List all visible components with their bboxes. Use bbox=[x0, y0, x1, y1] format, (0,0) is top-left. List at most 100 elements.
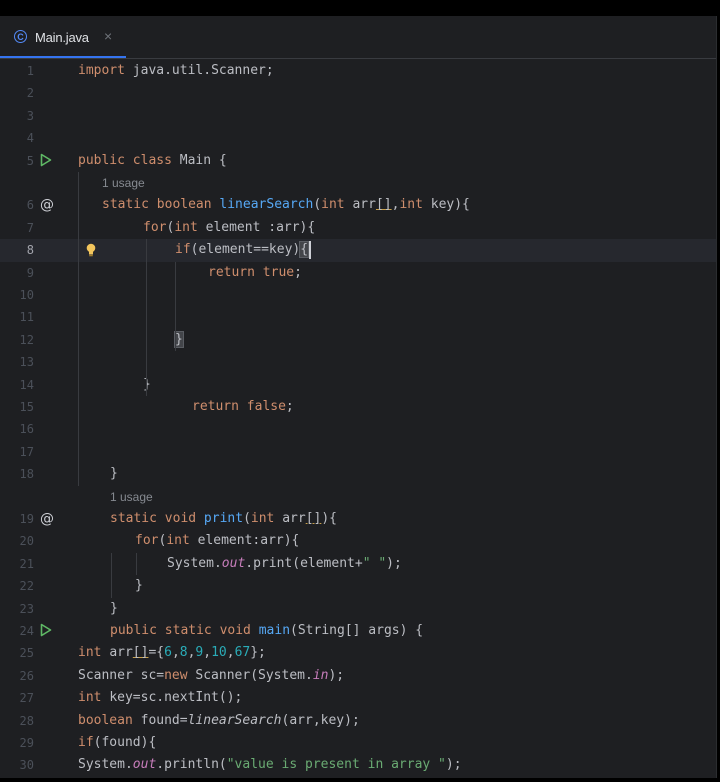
implementation-icon[interactable]: @ bbox=[40, 511, 54, 527]
code-line[interactable]: 4 bbox=[0, 127, 716, 149]
line-number: 26 bbox=[19, 668, 34, 683]
line-number: 6 bbox=[26, 198, 34, 213]
code-line[interactable]: 24 public static void main(String[] args)… bbox=[0, 620, 716, 642]
text-caret bbox=[309, 241, 312, 260]
line-number: 22 bbox=[19, 579, 34, 594]
code-line[interactable]: 25 int arr[]={6,8,9,10,67}; bbox=[0, 642, 716, 664]
code-line[interactable]: 27 int key=sc.nextInt(); bbox=[0, 687, 716, 709]
line-number: 20 bbox=[19, 534, 34, 549]
code-line[interactable]: 3 bbox=[0, 105, 716, 127]
line-number: 2 bbox=[26, 86, 34, 101]
code-line[interactable]: 14} bbox=[0, 374, 716, 396]
line-number: 19 bbox=[19, 512, 34, 526]
code-text: public static void main(String[] args) { bbox=[110, 620, 423, 642]
code-token: "value is present in array " bbox=[226, 757, 446, 773]
line-number: 8 bbox=[26, 243, 34, 258]
code-line[interactable]: 19 @ static void print(int arr[]){ bbox=[0, 508, 716, 530]
code-line[interactable]: 8 if(element==key){ bbox=[0, 239, 716, 262]
code-line[interactable]: 9 return true; bbox=[0, 262, 716, 284]
code-text: } bbox=[135, 575, 143, 597]
line-number: 29 bbox=[19, 736, 34, 750]
close-icon[interactable]: × bbox=[104, 28, 112, 44]
code-token: main bbox=[258, 623, 291, 638]
code-token: static boolean bbox=[102, 197, 220, 213]
code-line[interactable]: 10 bbox=[0, 284, 716, 306]
code-token: import bbox=[78, 63, 133, 78]
indent-guide bbox=[78, 172, 79, 486]
tab-label: Main.java bbox=[35, 30, 89, 45]
code-line[interactable]: 26 Scanner sc=new Scanner(System.in); bbox=[0, 665, 716, 687]
code-token: int bbox=[250, 511, 283, 526]
code-token: " " bbox=[362, 555, 387, 571]
code-token: System. bbox=[167, 555, 222, 571]
code-token: ; bbox=[294, 264, 302, 280]
code-line[interactable]: 5 public class Main { bbox=[0, 150, 716, 172]
line-number: 17 bbox=[19, 444, 34, 459]
code-token: (String[] args) { bbox=[290, 623, 424, 638]
code-token: (element==key) bbox=[190, 242, 301, 258]
code-token: , bbox=[226, 645, 235, 661]
code-line[interactable]: 6 @ static boolean linearSearch(int arr[],… bbox=[0, 194, 716, 216]
code-token: ( bbox=[243, 511, 251, 526]
tab-main-java[interactable]: C Main.java × bbox=[0, 16, 126, 58]
implementation-icon[interactable]: @ bbox=[40, 197, 54, 213]
code-line[interactable]: 13 bbox=[0, 351, 716, 373]
line-number: 23 bbox=[19, 601, 34, 616]
code-line[interactable]: 30 System.out.println("value is present i… bbox=[0, 754, 716, 776]
code-token: key=sc.nextInt(); bbox=[109, 690, 243, 706]
code-token: ); bbox=[328, 667, 345, 683]
usage-hint[interactable]: 1 usage bbox=[102, 172, 145, 194]
code-token: ={ bbox=[148, 645, 165, 661]
code-text: System.out.print(element+" "); bbox=[167, 553, 402, 575]
code-line[interactable]: 29 if(found){ bbox=[0, 732, 716, 754]
line-number: 21 bbox=[19, 556, 34, 571]
line-number: 9 bbox=[26, 265, 34, 280]
code-line[interactable]: 11 bbox=[0, 306, 716, 328]
code-token: int bbox=[78, 690, 110, 706]
code-line[interactable]: 17 bbox=[0, 441, 716, 463]
code-line[interactable]: 23} bbox=[0, 598, 716, 620]
line-number: 30 bbox=[19, 758, 34, 773]
code-token: (found){ bbox=[93, 735, 157, 750]
usage-hint-row[interactable]: 1 usage bbox=[0, 172, 716, 194]
code-line[interactable]: 21 System.out.print(element+" "); bbox=[0, 553, 716, 575]
code-token: [] bbox=[132, 645, 149, 661]
code-token: [] bbox=[305, 511, 322, 526]
code-line[interactable]: 16 bbox=[0, 418, 716, 440]
code-token: arr bbox=[282, 511, 306, 526]
line-number: 11 bbox=[19, 310, 34, 325]
class-icon: C bbox=[14, 30, 27, 43]
code-line[interactable]: 15 return false; bbox=[0, 396, 716, 418]
lightbulb-icon[interactable] bbox=[86, 243, 96, 257]
code-token: linearSearch bbox=[219, 197, 314, 213]
usage-hint-row[interactable]: 1 usage bbox=[0, 486, 716, 508]
code-token: } bbox=[110, 466, 118, 482]
code-line[interactable]: 12} bbox=[0, 329, 716, 351]
line-number: 12 bbox=[19, 332, 34, 347]
code-line[interactable]: 20 for(int element:arr){ bbox=[0, 530, 716, 552]
code-line[interactable]: 2 bbox=[0, 82, 716, 104]
code-text: for(int element :arr){ bbox=[143, 217, 315, 239]
code-token: if bbox=[78, 735, 94, 750]
code-line[interactable]: 18} bbox=[0, 463, 716, 485]
code-token: Scanner(System. bbox=[195, 667, 313, 683]
code-line[interactable]: 28 boolean found=linearSearch(arr,key); bbox=[0, 710, 716, 732]
code-text: System.out.println("value is present in … bbox=[78, 754, 462, 776]
run-icon[interactable] bbox=[40, 153, 54, 169]
code-editor[interactable]: 1 import java.util.Scanner; 2 3 4 5 public cla… bbox=[0, 60, 716, 778]
code-token: 6 bbox=[164, 645, 172, 661]
code-token: java.util.Scanner; bbox=[132, 63, 274, 78]
code-line[interactable]: 7 for(int element :arr){ bbox=[0, 217, 716, 239]
code-token: int bbox=[399, 197, 431, 213]
code-text: if(element==key){ bbox=[175, 239, 310, 261]
code-line[interactable]: 22} bbox=[0, 575, 716, 597]
usage-hint[interactable]: 1 usage bbox=[110, 486, 153, 508]
code-token: } bbox=[135, 578, 143, 594]
code-token: 8 bbox=[179, 645, 188, 661]
code-token: public static void bbox=[110, 623, 259, 638]
indent-guide bbox=[136, 552, 137, 576]
code-line[interactable]: 1 import java.util.Scanner; bbox=[0, 60, 716, 82]
code-text: int key=sc.nextInt(); bbox=[78, 687, 242, 709]
code-text: int arr[]={6,8,9,10,67}; bbox=[78, 642, 266, 664]
run-icon[interactable] bbox=[40, 623, 54, 639]
